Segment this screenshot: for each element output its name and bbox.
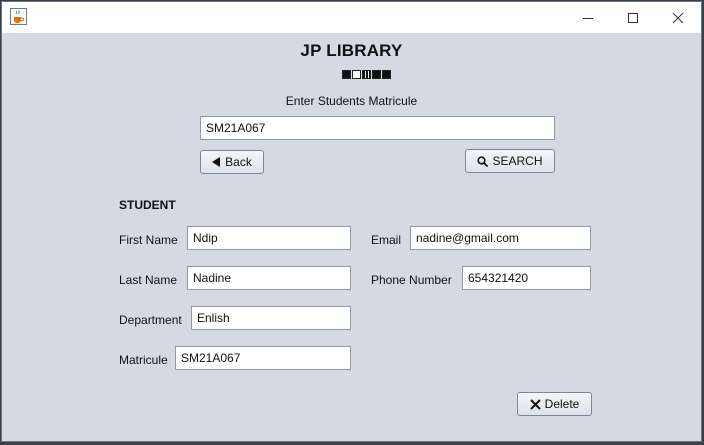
search-matricule-input[interactable]: SM21A067 — [200, 116, 555, 140]
email-label: Email — [371, 233, 402, 247]
minimize-button[interactable] — [565, 2, 611, 33]
department-field[interactable]: Enlish — [191, 306, 351, 330]
phone-number-label: Phone Number — [371, 273, 452, 287]
close-icon — [672, 12, 684, 23]
last-name-field[interactable]: Nadine — [187, 266, 351, 290]
app-window: JP LIBRARY Enter Students Matricule SM21… — [1, 1, 702, 442]
back-button-label: Back — [225, 155, 252, 169]
maximize-button[interactable] — [610, 2, 656, 33]
matricule-field[interactable]: SM21A067 — [175, 346, 351, 370]
delete-button[interactable]: Delete — [517, 392, 592, 416]
maximize-icon — [628, 12, 638, 23]
magnifier-icon — [477, 155, 489, 167]
page-title: JP LIBRARY — [300, 41, 403, 60]
matricule-prompt: Enter Students Matricule — [285, 94, 418, 108]
main-panel: JP LIBRARY Enter Students Matricule SM21… — [2, 33, 701, 443]
x-icon — [529, 398, 541, 410]
minimize-icon — [583, 17, 593, 19]
last-name-label: Last Name — [119, 273, 178, 287]
student-section-label: STUDENT — [119, 198, 176, 212]
search-button-label: SEARCH — [492, 154, 543, 168]
email-field[interactable]: nadine@gmail.com — [410, 226, 591, 250]
close-button[interactable] — [655, 2, 701, 33]
phone-number-field[interactable]: 654321420 — [462, 266, 591, 290]
first-name-label: First Name — [119, 233, 178, 247]
title-bar — [2, 2, 701, 33]
java-coffee-cup-icon — [10, 8, 27, 25]
department-label: Department — [119, 313, 182, 327]
matricule-label: Matricule — [119, 353, 168, 367]
search-button[interactable]: SEARCH — [465, 149, 555, 173]
unrendered-glyphs — [342, 70, 391, 80]
triangle-left-icon — [212, 157, 221, 167]
delete-button-label: Delete — [544, 397, 580, 411]
back-button[interactable]: Back — [200, 150, 264, 174]
first-name-field[interactable]: Ndip — [187, 226, 351, 250]
